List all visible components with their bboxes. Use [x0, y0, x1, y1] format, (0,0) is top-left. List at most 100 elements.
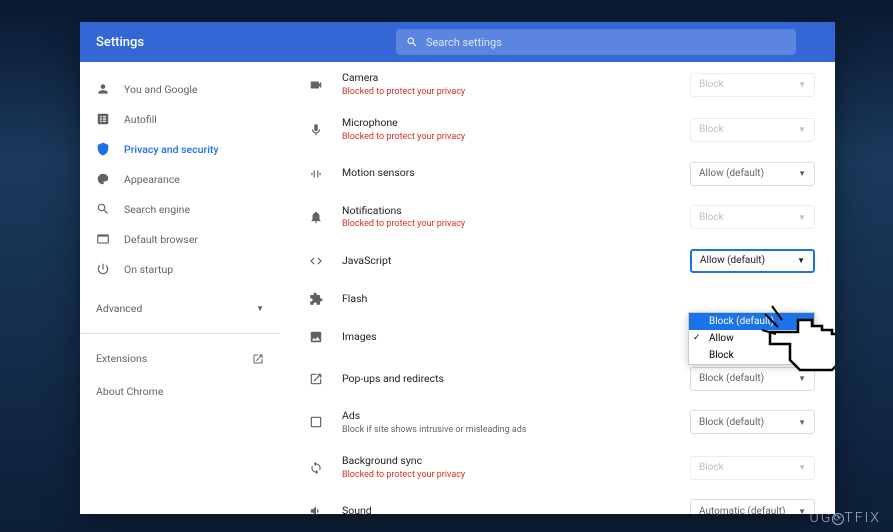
chevron-down-icon: ▼ [798, 507, 806, 514]
sidebar-item-label: Privacy and security [124, 143, 219, 156]
chevron-down-icon: ▼ [798, 463, 806, 472]
perm-sub: Blocked to protect your privacy [342, 131, 690, 144]
sidebar-about[interactable]: About Chrome [80, 375, 280, 408]
perm-text: Images [342, 330, 690, 345]
perm-label: Notifications [342, 204, 690, 219]
sidebar-item-autofill[interactable]: Autofill [80, 104, 280, 134]
bell-icon [308, 209, 324, 225]
chevron-down-icon: ▼ [798, 80, 806, 89]
perm-select-notifications[interactable]: Block▼ [690, 205, 815, 229]
sidebar-item-privacy[interactable]: Privacy and security [80, 134, 280, 164]
advanced-label: Advanced [96, 302, 142, 315]
sidebar: You and Google Autofill Privacy and secu… [80, 62, 280, 514]
perm-sub: Block if site shows intrusive or mislead… [342, 424, 690, 437]
sync-icon [308, 460, 324, 476]
microphone-icon [308, 122, 324, 138]
perm-text: Sound [342, 504, 690, 514]
check-icon: ✓ [693, 333, 701, 343]
header-bar: Settings [80, 22, 835, 62]
chevron-down-icon: ▼ [798, 213, 806, 222]
power-icon [96, 262, 110, 276]
perm-row-sound[interactable]: Sound Automatic (default)▼ [300, 490, 815, 514]
perm-sub: Blocked to protect your privacy [342, 86, 690, 99]
perm-label: Camera [342, 71, 690, 86]
perm-label: JavaScript [342, 254, 690, 269]
perm-row-javascript[interactable]: JavaScript Allow (default)▼ [300, 240, 815, 282]
sidebar-item-you-and-google[interactable]: You and Google [80, 74, 280, 104]
search-engine-icon [96, 202, 110, 216]
chevron-down-icon: ▼ [798, 125, 806, 134]
chevron-down-icon: ▼ [798, 418, 806, 427]
search-input[interactable] [426, 36, 786, 49]
chevron-down-icon: ▼ [798, 169, 806, 178]
sidebar-item-label: Search engine [124, 203, 190, 216]
perm-select-camera[interactable]: Block▼ [690, 73, 815, 97]
perm-row-ads[interactable]: Ads Block if site shows intrusive or mis… [300, 400, 815, 445]
code-icon [308, 253, 324, 269]
camera-icon [308, 77, 324, 93]
search-icon [406, 36, 418, 48]
ads-icon [308, 414, 324, 430]
perm-label: Images [342, 330, 690, 345]
sidebar-item-on-startup[interactable]: On startup [80, 254, 280, 284]
sidebar-item-label: Autofill [124, 113, 157, 126]
perm-row-motion[interactable]: Motion sensors Allow (default)▼ [300, 153, 815, 195]
divider [80, 333, 280, 334]
sidebar-item-label: Appearance [124, 173, 180, 186]
perm-sub: Blocked to protect your privacy [342, 469, 690, 482]
perm-sub: Blocked to protect your privacy [342, 218, 690, 231]
sidebar-item-search-engine[interactable]: Search engine [80, 194, 280, 224]
perm-row-camera[interactable]: Camera Blocked to protect your privacy B… [300, 62, 815, 107]
body: You and Google Autofill Privacy and secu… [80, 62, 835, 514]
perm-text: Pop-ups and redirects [342, 372, 690, 387]
search-box[interactable] [396, 29, 796, 55]
perm-label: Flash [342, 292, 815, 307]
perm-text: Camera Blocked to protect your privacy [342, 71, 690, 98]
person-icon [96, 82, 110, 96]
page-title: Settings [96, 35, 396, 50]
perm-row-bgsync[interactable]: Background sync Blocked to protect your … [300, 445, 815, 490]
sidebar-item-label: Default browser [124, 233, 198, 246]
perm-text: Microphone Blocked to protect your priva… [342, 116, 690, 143]
perm-row-microphone[interactable]: Microphone Blocked to protect your priva… [300, 107, 815, 152]
perm-label: Sound [342, 504, 690, 514]
perm-label: Motion sensors [342, 166, 690, 181]
watermark: UG⟳TFIX [810, 510, 881, 526]
sound-icon [308, 503, 324, 514]
about-label: About Chrome [96, 385, 163, 398]
sidebar-item-label: On startup [124, 263, 173, 276]
extensions-label: Extensions [96, 352, 147, 365]
sidebar-item-default-browser[interactable]: Default browser [80, 224, 280, 254]
perm-text: Ads Block if site shows intrusive or mis… [342, 409, 690, 436]
perm-select-bgsync[interactable]: Block▼ [690, 456, 815, 480]
sidebar-advanced[interactable]: Advanced ▼ [80, 292, 280, 325]
perm-row-notifications[interactable]: Notifications Blocked to protect your pr… [300, 195, 815, 240]
perm-select-ads[interactable]: Block (default)▼ [690, 410, 815, 434]
perm-label: Background sync [342, 454, 690, 469]
perm-text: Motion sensors [342, 166, 690, 181]
perm-label: Pop-ups and redirects [342, 372, 690, 387]
perm-label: Ads [342, 409, 690, 424]
browser-icon [96, 232, 110, 246]
popup-icon [308, 371, 324, 387]
puzzle-icon [308, 291, 324, 307]
pointing-hand-icon [760, 302, 835, 381]
content-area: Camera Blocked to protect your privacy B… [280, 62, 835, 514]
perm-select-javascript[interactable]: Allow (default)▼ [690, 249, 815, 273]
perm-select-microphone[interactable]: Block▼ [690, 118, 815, 142]
palette-icon [96, 172, 110, 186]
sidebar-extensions[interactable]: Extensions [80, 342, 280, 375]
sidebar-item-appearance[interactable]: Appearance [80, 164, 280, 194]
perm-text: Flash [342, 292, 815, 307]
perm-text: Background sync Blocked to protect your … [342, 454, 690, 481]
chevron-down-icon: ▼ [797, 256, 805, 265]
chevron-down-icon: ▼ [256, 304, 264, 313]
perm-select-motion[interactable]: Allow (default)▼ [690, 162, 815, 186]
shield-icon [96, 142, 110, 156]
autofill-icon [96, 112, 110, 126]
perm-row-flash[interactable]: Flash [300, 282, 815, 316]
perm-label: Microphone [342, 116, 690, 131]
perm-select-sound[interactable]: Automatic (default)▼ [690, 499, 815, 514]
image-icon [308, 329, 324, 345]
settings-window: Settings You and Google Autofill Privacy… [80, 22, 835, 514]
